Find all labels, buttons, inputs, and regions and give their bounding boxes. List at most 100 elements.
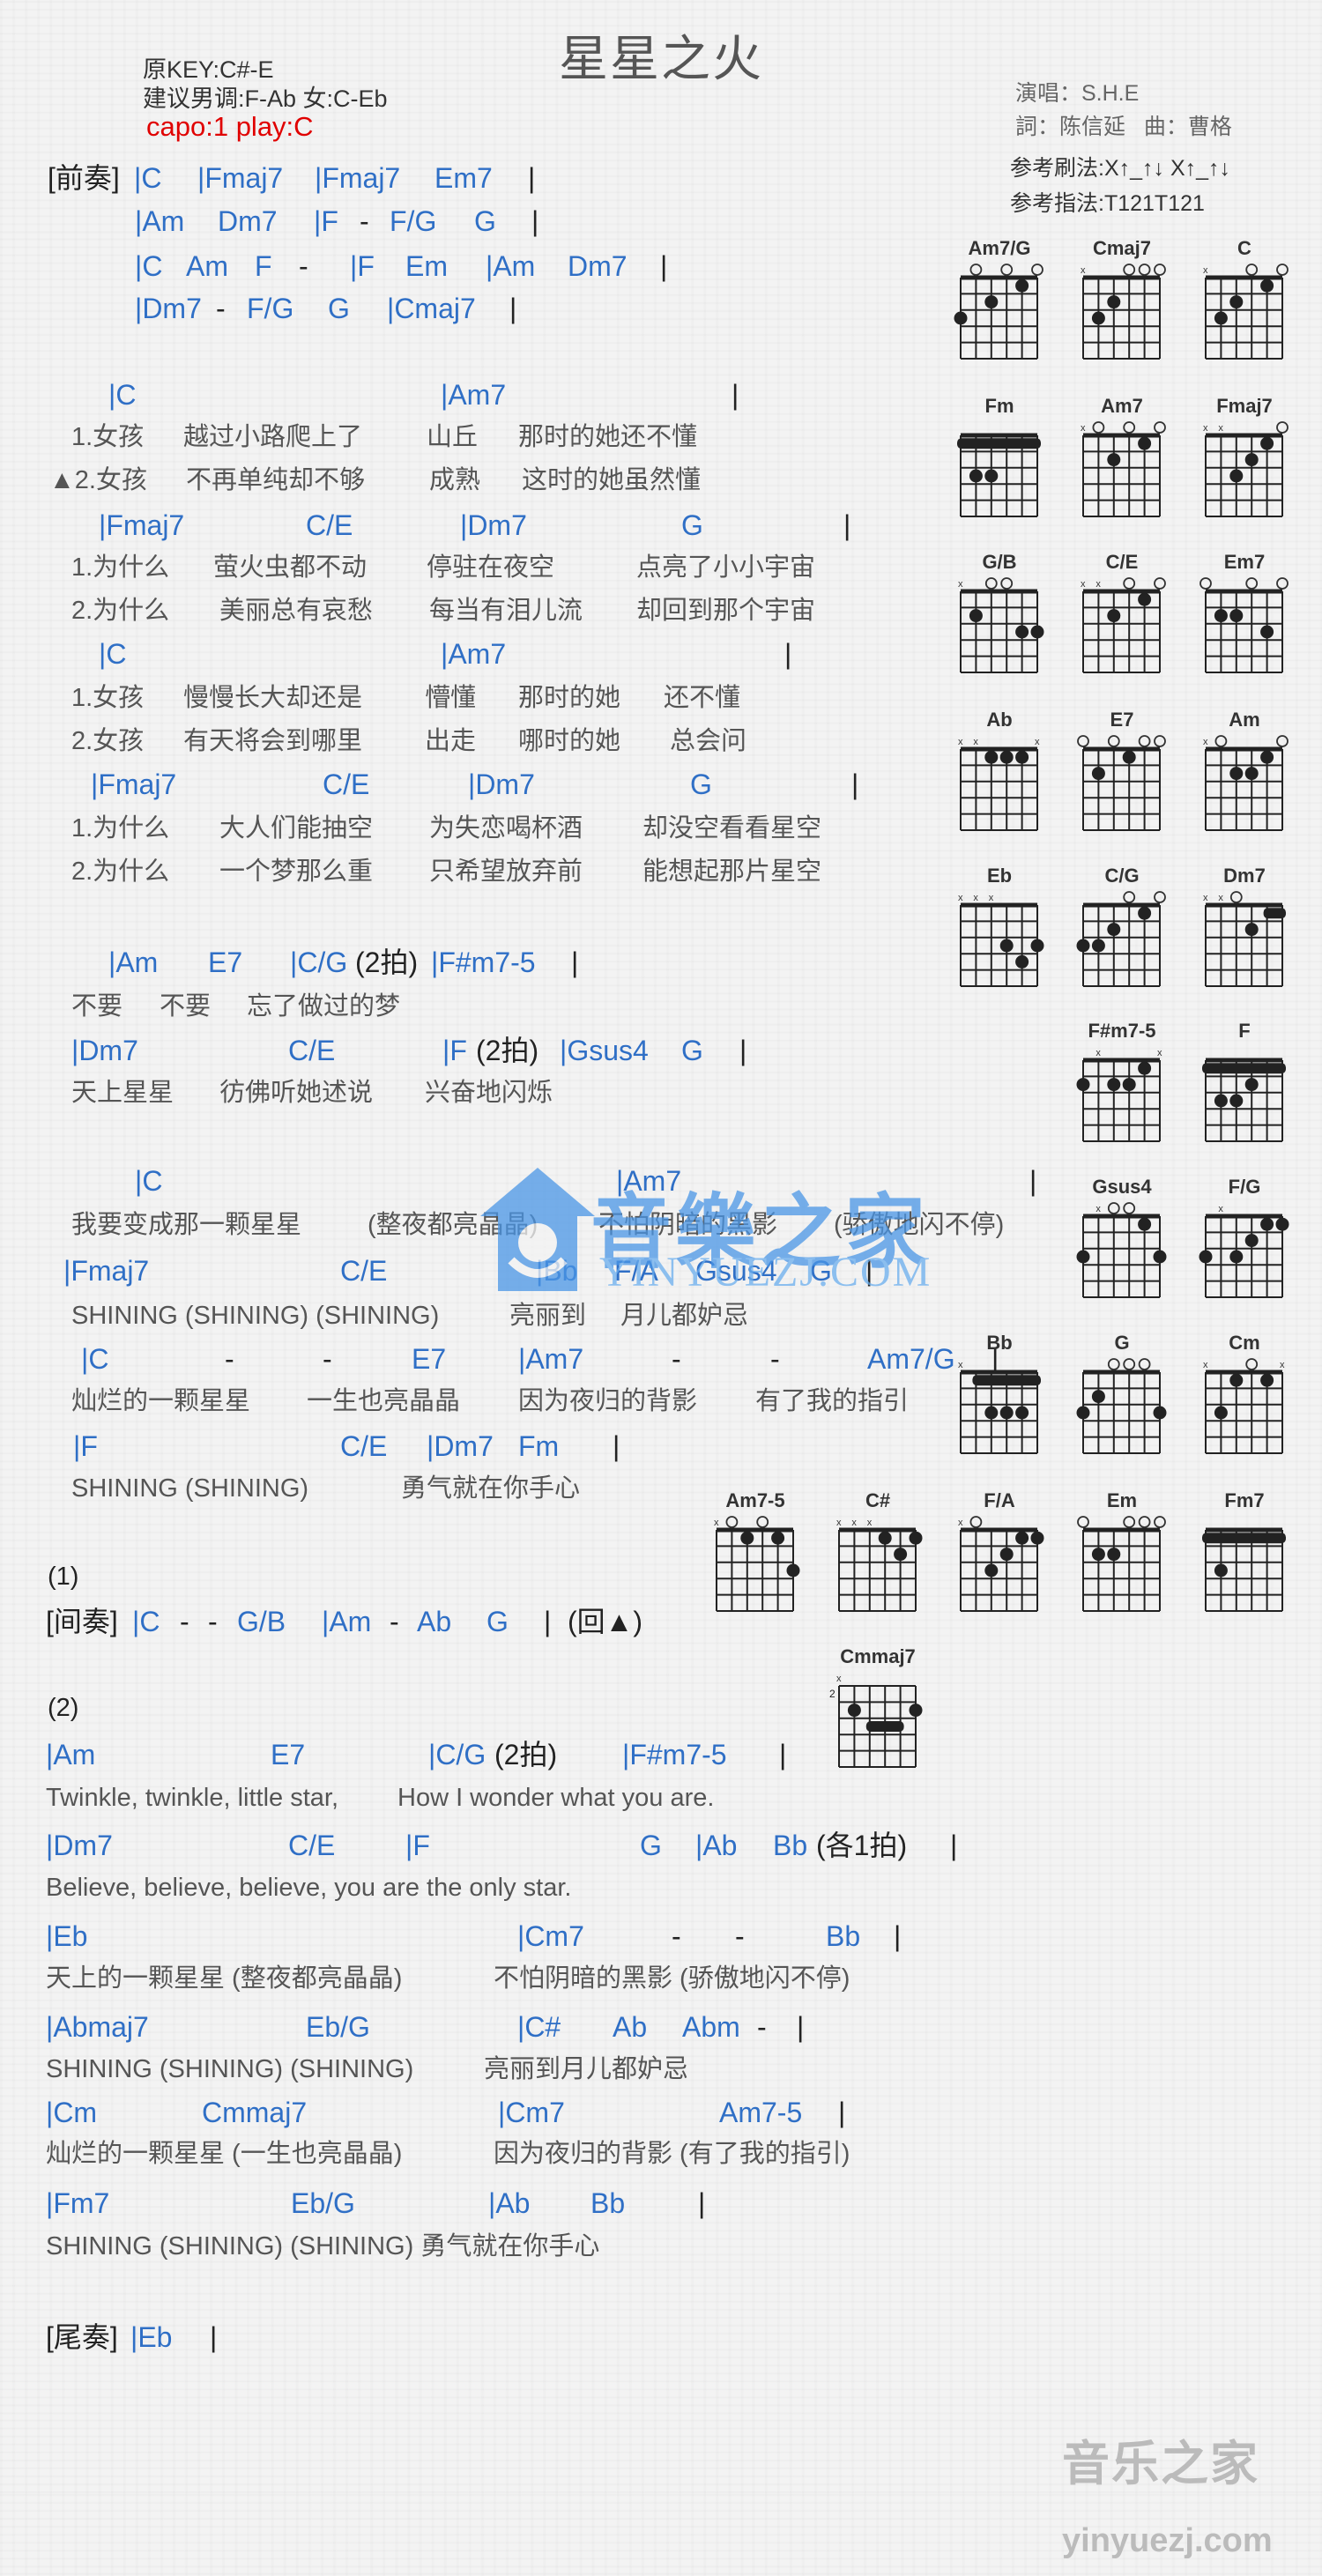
finger-dot [1091, 1548, 1105, 1562]
chord-symbol: Dm7 [218, 205, 278, 237]
open-string-mark [1107, 1358, 1120, 1370]
chord-symbol: Eb/G [306, 2011, 370, 2043]
chord-symbol: Eb/G [291, 2187, 355, 2219]
chord-symbol: |Cm [46, 2097, 98, 2128]
muted-string-mark: x [1203, 265, 1208, 276]
fretboard-grid [954, 264, 1043, 360]
finger-dot [1091, 939, 1105, 953]
footer-logo-en: yinyuezj.com [1062, 2522, 1273, 2559]
house-logo-icon [480, 1168, 595, 1291]
chord-symbol: |Cmaj7 [387, 293, 476, 324]
chord-symbol: |Fmaj7 [99, 509, 185, 541]
finger-dot [878, 1531, 892, 1545]
chord-symbol: Em [405, 250, 448, 282]
finger-dot [1091, 311, 1105, 325]
muted-string-mark: x [867, 1518, 873, 1528]
bar-line: | [950, 1830, 958, 1861]
lyric-text: SHINING (SHINING) [71, 1474, 309, 1503]
hold-dash: - [672, 1343, 681, 1375]
finger-dot [999, 1406, 1014, 1420]
chord-diagram-name: G [1114, 1332, 1130, 1354]
lyric-text: 我要变成那一颗星星 [71, 1211, 302, 1239]
open-string-mark [1154, 577, 1166, 590]
bar-line: | [531, 205, 539, 237]
chord-symbol: E7 [412, 1343, 447, 1375]
chord-diagram-name: G/B [982, 551, 1017, 573]
chord-symbol: |Dm7 [135, 293, 202, 324]
fretboard-grid: xx [1076, 1048, 1162, 1142]
chord-symbol: G [690, 768, 712, 800]
muted-string-mark: x [958, 1360, 963, 1370]
chord-symbol: C/E [306, 509, 353, 541]
fretboard-grid: x [1203, 264, 1289, 360]
chord-symbol: |Gsus4 [560, 1035, 649, 1066]
barre-mark [865, 1721, 904, 1732]
chord-symbol: |F [350, 250, 375, 282]
lyric-text: 萤火虫都不动 [213, 553, 368, 582]
chord-diagram-name: Gsus4 [1092, 1176, 1152, 1198]
finger-dot [999, 939, 1014, 953]
finger-dot [1107, 1548, 1121, 1562]
lyric-text: 灿烂的一颗星星 (一生也亮晶晶) [46, 2140, 403, 2168]
bar-line: | [739, 1035, 747, 1066]
muted-string-mark: x [1280, 1360, 1285, 1370]
chord-symbol: |Dm7 [460, 509, 527, 541]
open-string-mark [1138, 1358, 1151, 1370]
open-string-mark [1092, 421, 1105, 434]
muted-string-mark: x [958, 737, 963, 747]
chord-symbol: G [474, 205, 496, 237]
bar-line: | [544, 1606, 552, 1637]
finger-dot [1015, 954, 1029, 969]
open-string-mark [1000, 577, 1014, 590]
finger-pattern: 参考指法:T121T121 [1010, 191, 1205, 216]
finger-dot [1229, 1094, 1244, 1108]
finger-dot [1214, 609, 1228, 623]
chord-symbol: |Am [135, 205, 185, 237]
muted-string-mark: x [836, 1518, 842, 1528]
finger-dot [954, 311, 968, 325]
bar-line: | [210, 2321, 218, 2353]
chord-symbol: |Ab [695, 1830, 738, 1861]
section-label: (2拍) [476, 1035, 539, 1066]
chord-symbol: Am7/G [867, 1343, 955, 1375]
finger-dot [969, 469, 983, 483]
finger-dot [1260, 1217, 1274, 1231]
bar-line: | [509, 293, 517, 324]
chord-symbol: |C [134, 162, 162, 194]
chord-symbol: Am7-5 [719, 2097, 803, 2128]
chord-symbol: C/E [340, 1430, 388, 1462]
bar-line: | [784, 638, 792, 670]
lyric-text: (1) [48, 1563, 79, 1591]
lyric-text: 却回到那个宇宙 [636, 597, 816, 625]
muted-string-mark: x [1203, 1360, 1208, 1370]
lyric-text: 不怕阴暗的黑影 (骄傲地闪不停) [494, 1964, 850, 1993]
lyric-text: 懵懂 [425, 684, 477, 712]
chord-diagram-name: C/G [1104, 865, 1140, 887]
bar-line: | [528, 162, 536, 194]
lyric-text: 每当有泪儿流 [429, 597, 583, 625]
chord-diagram-name: Ab [986, 709, 1013, 731]
hold-dash: - [390, 1606, 399, 1637]
chord-diagram-name: Dm7 [1223, 865, 1266, 887]
finger-dot [984, 1406, 999, 1420]
lyric-text: 不要 [160, 992, 212, 1021]
bar-line: | [1029, 1165, 1037, 1197]
chord-symbol: |C [81, 1343, 109, 1375]
chord-symbol: |Dm7 [46, 1830, 113, 1861]
chord-symbol: |F [405, 1830, 430, 1861]
chord-diagram-name: Am7/G [968, 237, 1031, 259]
open-string-mark [1000, 264, 1014, 276]
section-label: [尾奏] [46, 2321, 118, 2353]
chord-symbol: |Fmaj7 [63, 1255, 150, 1287]
chord-symbol: |Am [46, 1739, 96, 1771]
finger-dot [1153, 1250, 1167, 1264]
lyric-text: 那时的她 [518, 684, 621, 712]
lyric-text: SHINING (SHINING) (SHINING) [71, 1302, 440, 1330]
lyric-text: 哪时的她 [518, 727, 621, 755]
fretboard-grid: xx [1203, 421, 1289, 517]
chord-symbol: |C [132, 1606, 160, 1637]
open-string-mark [1138, 1516, 1151, 1528]
fretboard-grid [1077, 735, 1166, 831]
bar-line: | [571, 947, 579, 978]
finger-dot [1244, 923, 1259, 937]
